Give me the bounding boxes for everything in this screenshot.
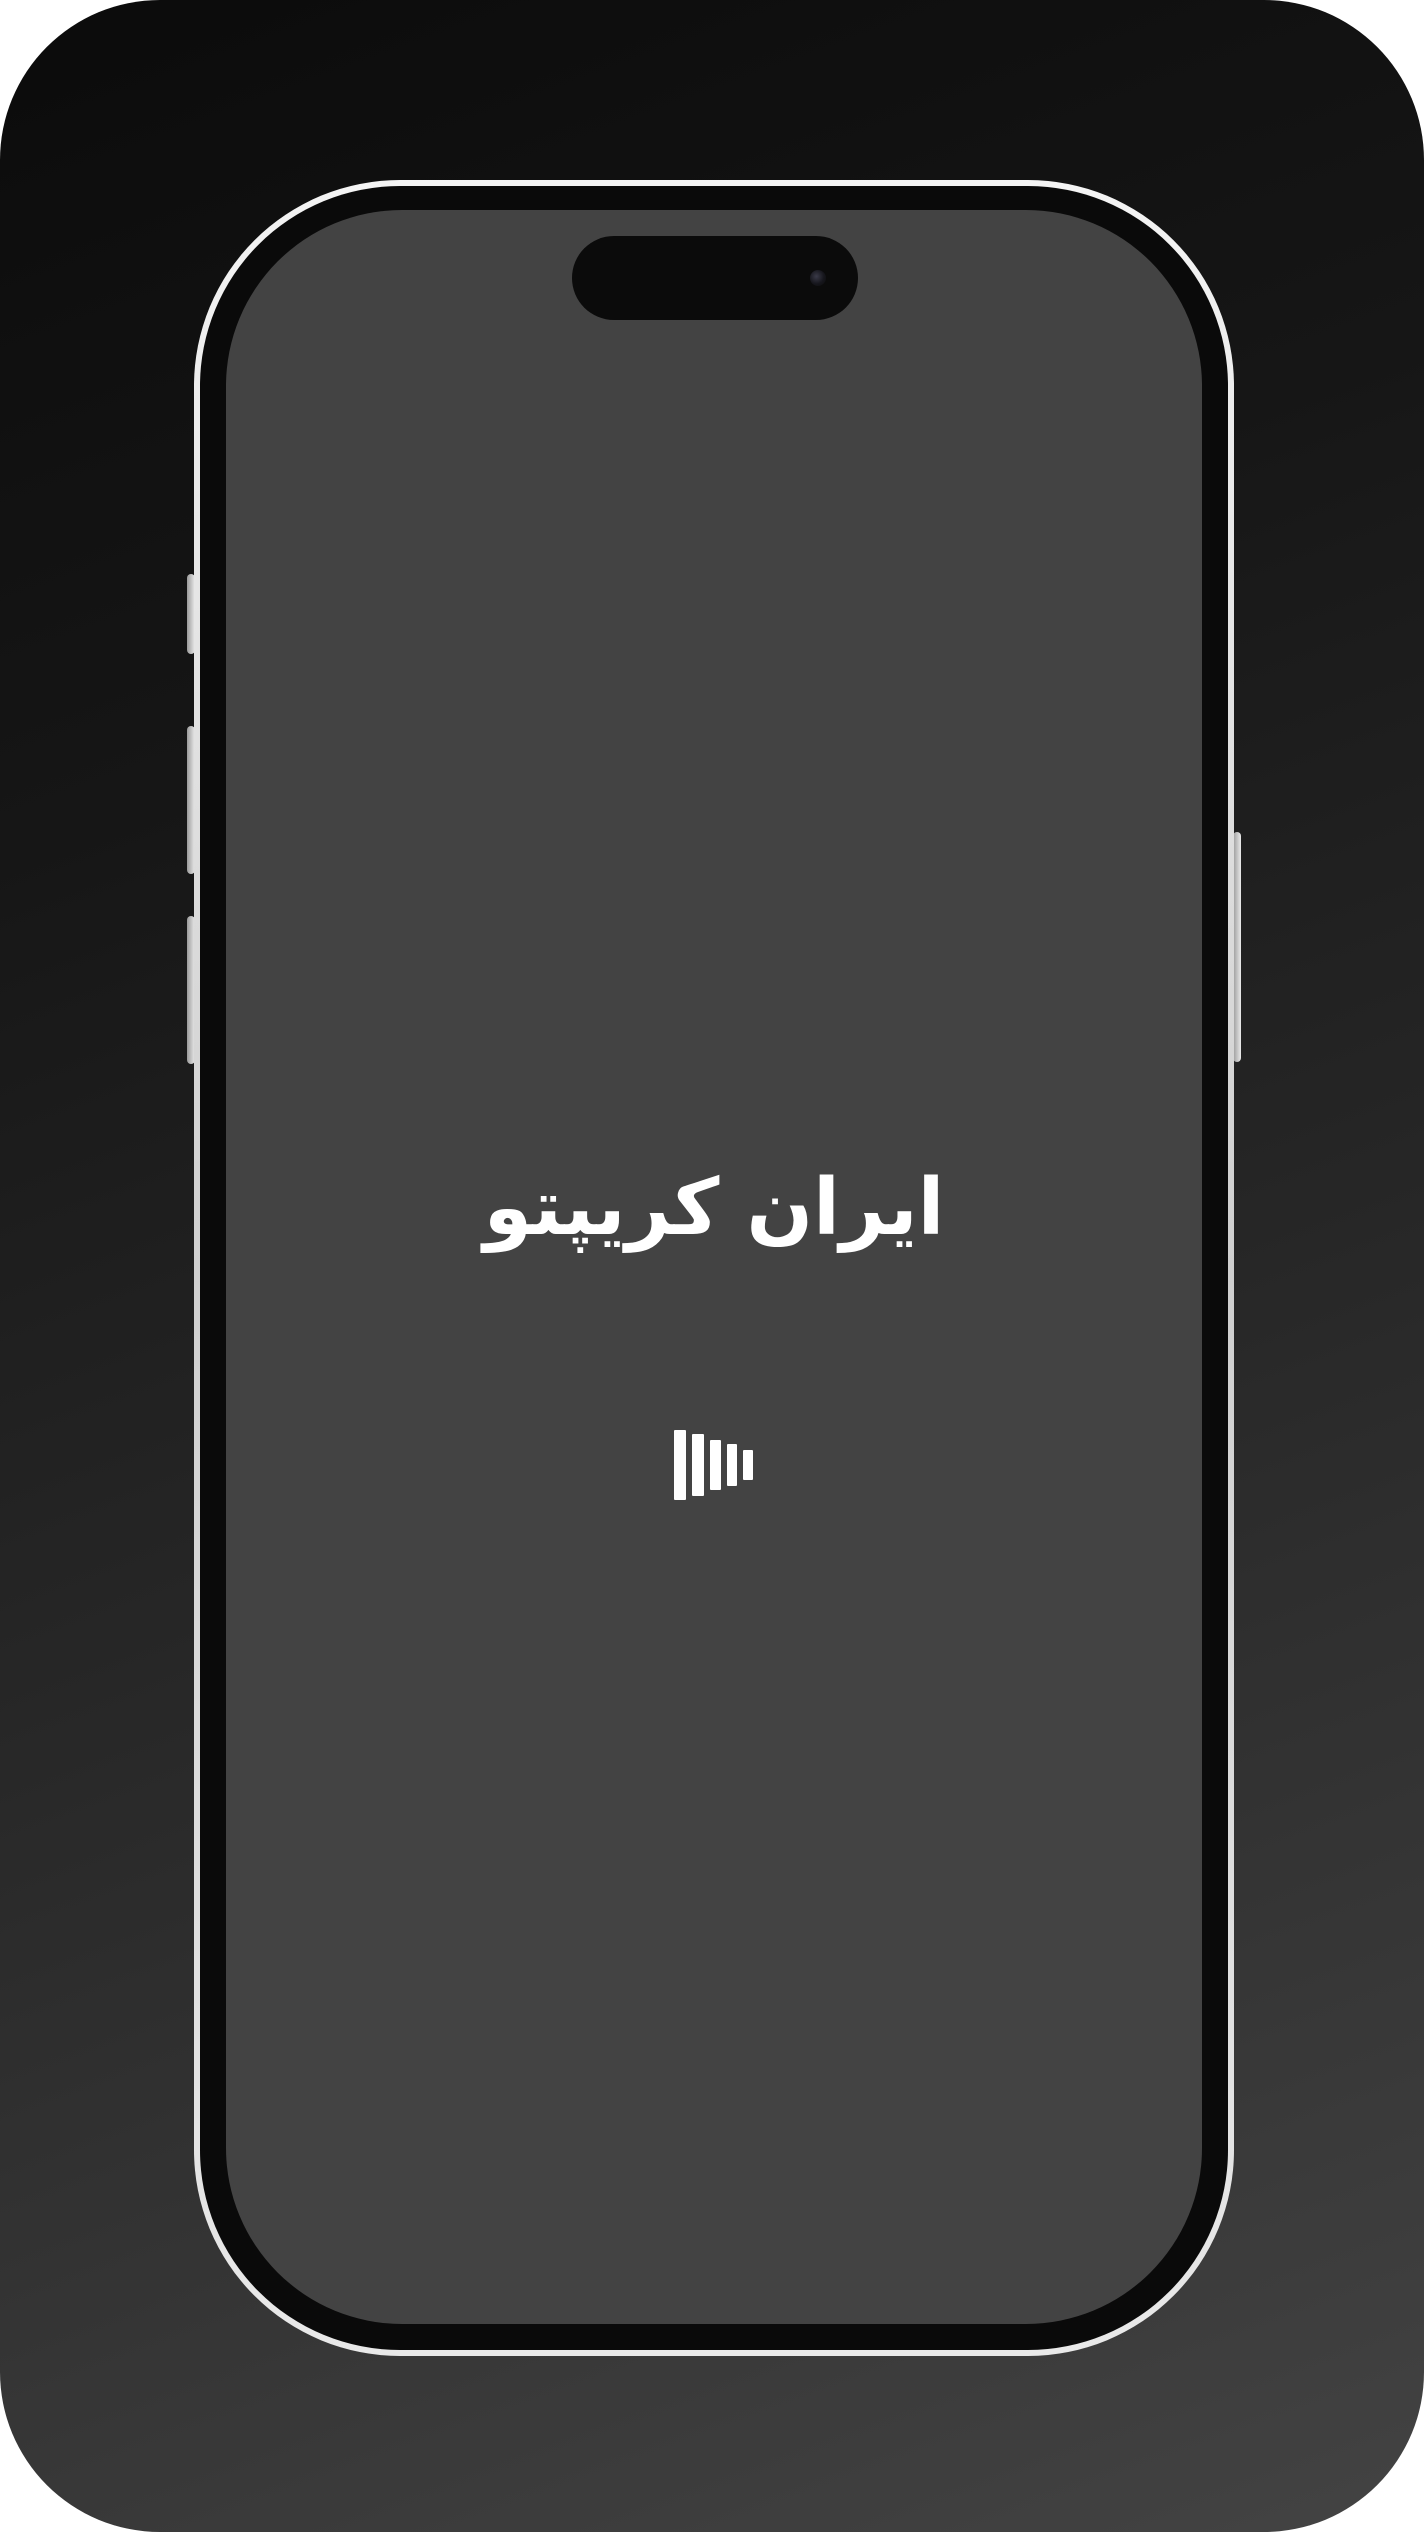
dynamic-island [572, 236, 858, 320]
app-logo-title: ایران کریپتو [483, 1163, 945, 1253]
loader-bar [692, 1434, 704, 1496]
loader-bar [710, 1440, 721, 1490]
loader-bar [743, 1450, 753, 1480]
front-camera-icon [810, 270, 826, 286]
loader-bar [727, 1444, 737, 1486]
loading-bars-icon [670, 1422, 766, 1502]
power-button [1233, 832, 1241, 1062]
splash-screen: ایران کریپتو [226, 210, 1202, 2324]
loader-bar [674, 1430, 686, 1500]
